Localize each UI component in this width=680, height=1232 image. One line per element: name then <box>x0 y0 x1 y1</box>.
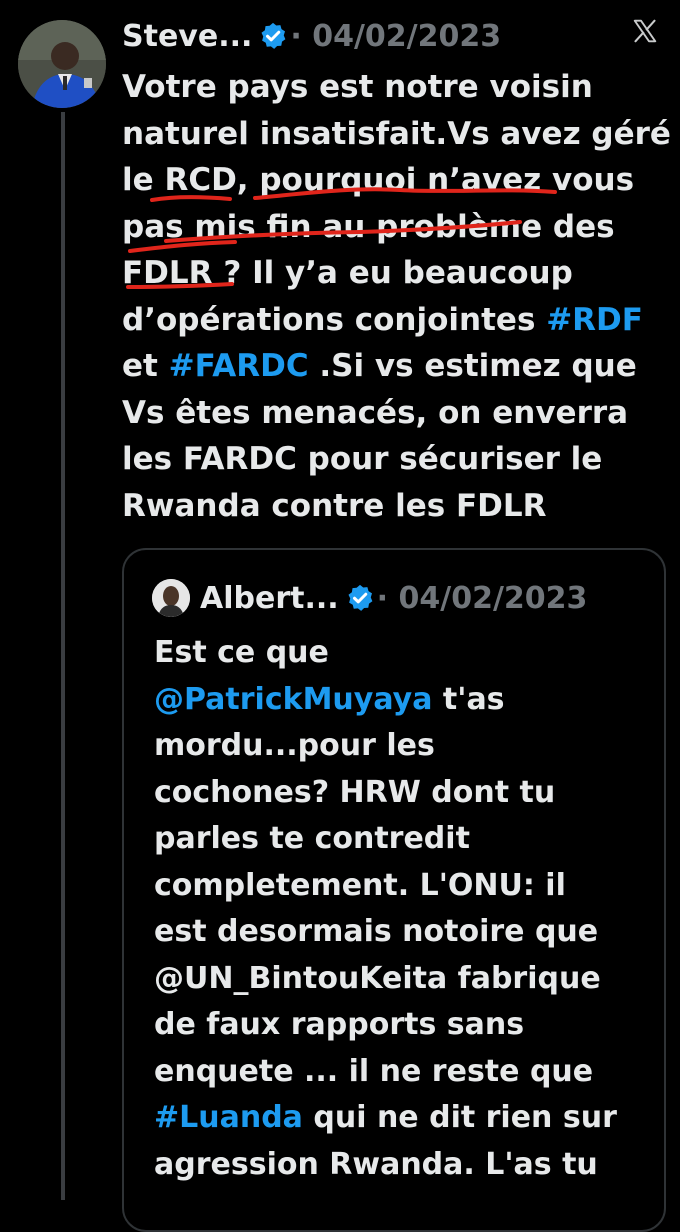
text-span: enquete ... il ne reste que <box>154 1053 594 1089</box>
author-name[interactable]: Steve... <box>122 19 252 54</box>
quote-line: parles te contredit <box>154 816 654 863</box>
tweet-line: pas mis fin au problème des <box>122 204 662 251</box>
text-span: Est ce que <box>154 635 329 670</box>
tweet-line: naturel insatisfait.Vs avez géré <box>122 111 671 158</box>
avatar-photo-icon <box>18 20 106 108</box>
text-span: les FARDC pour sécuriser le <box>122 441 603 477</box>
tweet-date[interactable]: · 04/02/2023 <box>290 19 501 54</box>
quoted-tweet-text: Est ce que @PatrickMuyaya t'as mordu...pou… <box>154 630 654 1188</box>
verified-badge-icon <box>261 22 286 49</box>
tweet-line: Vs êtes menacés, on enverra <box>122 390 662 437</box>
tweet-line: Votre pays est notre voisin <box>122 64 662 111</box>
quoted-tweet-date[interactable]: · 04/02/2023 <box>377 581 588 616</box>
text-span: .Si vs estimez que <box>308 348 637 384</box>
quote-line: cochones? HRW dont tu <box>154 770 654 817</box>
quoted-tweet-header: Albert... · 04/02/2023 <box>152 576 587 620</box>
text-span: completement. L'ONU: il <box>154 867 566 903</box>
quote-line: completement. L'ONU: il <box>154 863 654 910</box>
text-span: mordu...pour les <box>154 728 435 763</box>
tweet-line: d’opérations conjointes #RDF <box>122 297 662 344</box>
text-span: FDLR ? Il y’a eu beaucoup <box>122 255 573 291</box>
tweet-line: et #FARDC .Si vs estimez que <box>122 343 662 390</box>
thread-connector-line <box>61 112 65 1200</box>
text-span: @UN_BintouKeita fabrique <box>154 960 601 996</box>
quote-line: @UN_BintouKeita fabrique <box>154 956 654 1003</box>
tweet-line: FDLR ? Il y’a eu beaucoup <box>122 250 662 297</box>
verified-badge-icon <box>348 584 373 611</box>
text-span: et <box>122 348 169 384</box>
text-span: d’opérations conjointes <box>122 301 547 338</box>
text-span: pas mis fin au problème des <box>122 208 615 245</box>
tweet-line: le RCD, pourquoi n’avez vous <box>122 157 662 204</box>
quoted-author-avatar[interactable] <box>152 579 190 617</box>
mention-link[interactable]: @PatrickMuyaya <box>154 682 432 717</box>
quoted-tweet-card[interactable]: Albert... · 04/02/2023 Est ce que @Patric… <box>122 548 666 1232</box>
text-span: naturel insatisfait.Vs avez géré <box>122 115 671 152</box>
quote-line: mordu...pour les <box>154 723 654 770</box>
hashtag-link[interactable]: #Luanda <box>154 1100 303 1135</box>
quote-line: enquete ... il ne reste que <box>154 1049 654 1096</box>
quote-line: est desormais notoire que <box>154 909 654 956</box>
tweet-line: Rwanda contre les FDLR <box>122 483 662 530</box>
text-span: le RCD, pourquoi n’avez vous <box>122 162 635 198</box>
text-span: parles te contredit <box>154 821 470 856</box>
author-avatar[interactable] <box>18 20 106 108</box>
x-logo-icon[interactable] <box>628 14 662 48</box>
text-span: t'as <box>432 681 505 717</box>
text-span: qui ne dit rien sur <box>302 1100 617 1135</box>
text-span: Votre pays est notre voisin <box>122 69 593 105</box>
x-logo-svg <box>633 19 657 43</box>
hashtag-link[interactable]: #FARDC <box>169 348 309 384</box>
quote-line: de faux rapports sans <box>154 1002 654 1049</box>
text-span: de faux rapports sans <box>154 1007 525 1042</box>
text-span: Vs êtes menacés, on enverra <box>122 394 629 431</box>
text-span: cochones? HRW dont tu <box>154 774 556 810</box>
text-span: agression Rwanda. L'as tu <box>154 1146 598 1182</box>
tweet-header: Steve... · 04/02/2023 <box>122 14 501 58</box>
quote-line: agression Rwanda. L'as tu <box>154 1142 654 1189</box>
tweet-line: les FARDC pour sécuriser le <box>122 436 662 483</box>
text-span: Rwanda contre les FDLR <box>122 487 547 524</box>
tweet-text: Votre pays est notre voisin naturel insat… <box>122 64 671 530</box>
quote-line: Est ce que <box>154 630 654 677</box>
quote-line: #Luanda qui ne dit rien sur <box>154 1095 654 1142</box>
hashtag-link[interactable]: #RDF <box>546 302 643 338</box>
quote-line: @PatrickMuyaya t'as <box>154 677 654 724</box>
quoted-avatar-photo-icon <box>152 579 190 617</box>
quoted-author-name[interactable]: Albert... <box>200 581 339 616</box>
text-span: est desormais notoire que <box>154 914 599 949</box>
